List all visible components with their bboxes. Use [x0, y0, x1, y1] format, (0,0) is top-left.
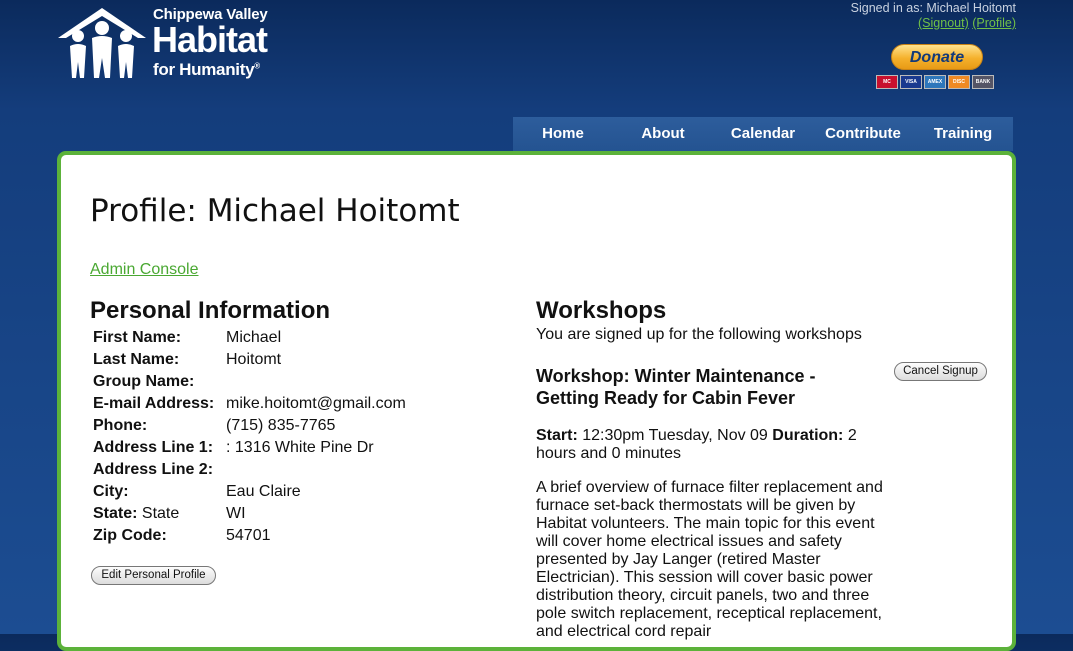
field-value: Michael	[226, 329, 282, 346]
row-state: State: State WI	[93, 503, 406, 525]
signed-in-text: Signed in as: Michael Hoitomt	[850, 1, 1016, 15]
bank-icon: BANK	[972, 75, 994, 89]
mastercard-icon: MC	[876, 75, 898, 89]
edit-profile-button[interactable]: Edit Personal Profile	[91, 566, 216, 585]
row-email: E-mail Address: mike.hoitomt@gmail.com	[93, 393, 406, 415]
profile-link[interactable]: (Profile)	[972, 16, 1016, 30]
nav-training[interactable]: Training	[913, 117, 1013, 151]
logo-habitat-text: Habitat	[152, 19, 268, 60]
field-label: City:	[93, 483, 129, 500]
nav-about[interactable]: About	[613, 117, 713, 151]
workshop-schedule: Start: 12:30pm Tuesday, Nov 09 Duration:…	[536, 427, 857, 462]
field-value: WI	[226, 505, 246, 522]
workshop-title: Workshop: Winter Maintenance - Getting R…	[536, 366, 816, 408]
field-label: Last Name:	[93, 351, 180, 368]
page-title: Profile: Michael Hoitomt	[90, 193, 460, 229]
row-group-name: Group Name:	[93, 371, 406, 393]
habitat-logo[interactable]: Chippewa Valley Habitat for Humanity®	[56, 6, 286, 84]
donate-button[interactable]: Donate	[891, 44, 983, 70]
row-last-name: Last Name: Hoitomt	[93, 349, 406, 371]
payment-cards: MC VISA AMEX DISC BANK	[876, 75, 994, 89]
nav-home[interactable]: Home	[513, 117, 613, 151]
field-value	[226, 459, 406, 481]
field-value	[226, 371, 406, 393]
cancel-signup-button[interactable]: Cancel Signup	[894, 362, 987, 381]
field-value: Eau Claire	[226, 483, 301, 500]
field-label: State: State	[93, 505, 180, 522]
row-phone: Phone: (715) 835-7765	[93, 415, 406, 437]
workshops-subtitle: You are signed up for the following work…	[536, 326, 862, 343]
row-address-2: Address Line 2:	[93, 459, 406, 481]
personal-info-heading: Personal Information	[90, 297, 331, 324]
amex-icon: AMEX	[924, 75, 946, 89]
field-value: 54701	[226, 527, 271, 544]
discover-icon: DISC	[948, 75, 970, 89]
field-label: Address Line 2:	[93, 461, 214, 478]
main-nav: Home About Calendar Contribute Training	[513, 117, 1013, 151]
row-city: City: Eau Claire	[93, 481, 406, 503]
field-value: : 1316 White Pine Dr	[226, 439, 374, 456]
field-label: First Name:	[93, 329, 182, 346]
row-first-name: First Name: Michael	[93, 327, 406, 349]
row-address-1: Address Line 1: : 1316 White Pine Dr	[93, 437, 406, 459]
field-label: Group Name:	[93, 373, 195, 390]
field-label: Address Line 1:	[93, 439, 214, 456]
habitat-house-icon	[58, 8, 146, 78]
logo-humanity-text: for Humanity®	[153, 60, 260, 79]
field-label: Phone:	[93, 417, 148, 434]
field-value: Hoitomt	[226, 351, 282, 368]
workshops-heading: Workshops	[536, 297, 667, 324]
signout-link[interactable]: (Signout)	[918, 16, 969, 30]
field-value: mike.hoitomt@gmail.com	[226, 395, 406, 412]
visa-icon: VISA	[900, 75, 922, 89]
field-label: E-mail Address:	[93, 395, 215, 412]
admin-console-link[interactable]: Admin Console	[90, 261, 199, 279]
row-zip: Zip Code: 54701	[93, 525, 406, 547]
nav-calendar[interactable]: Calendar	[713, 117, 813, 151]
workshop-description: A brief overview of furnace filter repla…	[536, 479, 883, 640]
personal-info-table: First Name: Michael Last Name: Hoitomt Gro…	[93, 327, 406, 547]
signed-in-info: Signed in as: Michael Hoitomt (Signout) …	[851, 1, 1016, 31]
nav-contribute[interactable]: Contribute	[813, 117, 913, 151]
field-label: Zip Code:	[93, 527, 167, 544]
field-value: (715) 835-7765	[226, 417, 336, 434]
